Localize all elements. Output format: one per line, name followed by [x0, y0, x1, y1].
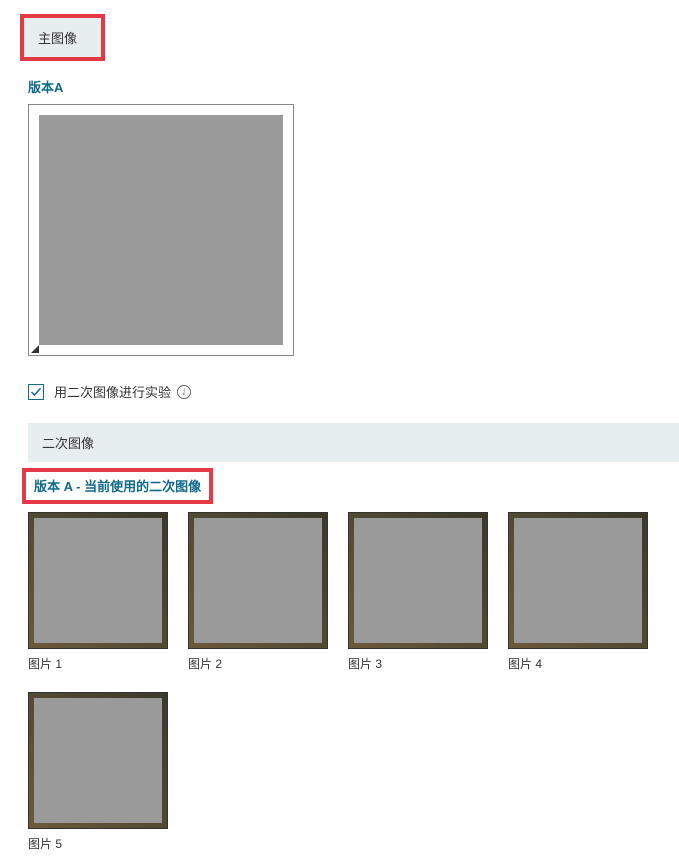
thumbnail-placeholder — [34, 518, 162, 643]
thumbnail-label: 图片 5 — [28, 835, 168, 852]
thumbnail-placeholder — [34, 698, 162, 823]
thumbnail-label: 图片 3 — [348, 655, 488, 672]
thumbnail-frame[interactable] — [28, 512, 168, 649]
thumbnail-frame[interactable] — [348, 512, 488, 649]
main-image-frame[interactable] — [28, 104, 294, 356]
secondary-experiment-row: 用二次图像进行实验 i — [28, 382, 679, 401]
secondary-sublabel-highlight: 版本 A - 当前使用的二次图像 — [22, 468, 213, 504]
thumbnail-label: 图片 2 — [188, 655, 328, 672]
thumbnail-item: 图片 1 — [28, 512, 168, 672]
secondary-sublabel: 版本 A - 当前使用的二次图像 — [34, 479, 201, 494]
secondary-experiment-label: 用二次图像进行实验 — [54, 382, 171, 401]
thumbnail-label: 图片 1 — [28, 655, 168, 672]
main-image-header: 主图像 — [24, 18, 101, 57]
info-icon[interactable]: i — [177, 385, 191, 399]
check-icon — [30, 386, 42, 398]
thumbnail-placeholder — [514, 518, 642, 643]
thumbnail-item: 图片 4 — [508, 512, 648, 672]
secondary-experiment-checkbox[interactable] — [28, 384, 44, 400]
main-image-header-highlight: 主图像 — [20, 14, 105, 61]
thumbnail-item: 图片 2 — [188, 512, 328, 672]
thumbnail-item: 图片 3 — [348, 512, 488, 672]
secondary-image-header: 二次图像 — [28, 423, 679, 462]
main-image-placeholder — [39, 115, 283, 345]
thumbnail-frame[interactable] — [508, 512, 648, 649]
thumbnail-frame[interactable] — [28, 692, 168, 829]
thumbnail-placeholder — [354, 518, 482, 643]
thumbnail-grid: 图片 1 图片 2 图片 3 图片 4 图片 5 — [28, 512, 679, 852]
thumbnail-label: 图片 4 — [508, 655, 648, 672]
version-a-label: 版本A — [28, 77, 679, 96]
thumbnail-placeholder — [194, 518, 322, 643]
thumbnail-item: 图片 5 — [28, 692, 168, 852]
thumbnail-frame[interactable] — [188, 512, 328, 649]
